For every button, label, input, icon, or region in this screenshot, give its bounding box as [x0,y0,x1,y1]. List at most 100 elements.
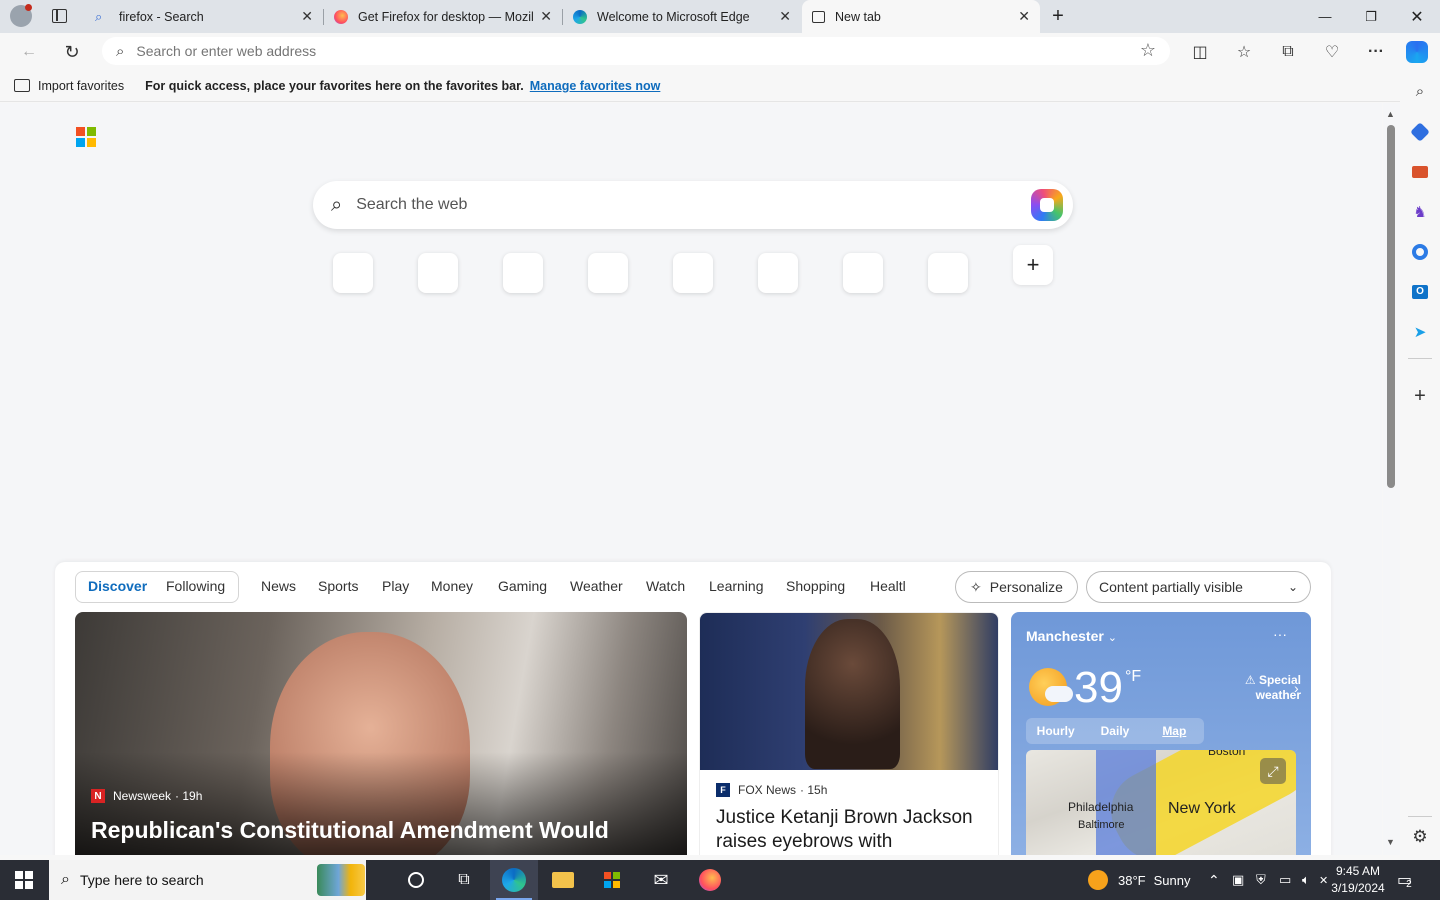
close-tab-icon[interactable]: ✕ [779,8,791,25]
main-story-card[interactable]: N Newsweek · 19h Republican's Constituti… [75,612,687,855]
import-favorites-button[interactable]: Import favorites [38,79,124,93]
refresh-button[interactable]: ↻ [59,39,85,65]
feed-tab-sports[interactable]: Sports [318,578,358,594]
weather-map[interactable]: Philadelphia Baltimore New York Boston ⤢ [1026,750,1296,855]
web-search-box[interactable]: ⌕ [313,181,1073,229]
web-search-input[interactable] [356,196,997,214]
restore-button[interactable]: ❐ [1348,0,1394,33]
more-options-icon[interactable]: ··· [1363,39,1389,65]
import-favorites-icon[interactable] [14,79,30,92]
file-explorer-button[interactable] [540,860,586,900]
games-icon[interactable]: ♞ [1408,200,1432,224]
search-icon[interactable]: ⌕ [1408,79,1432,103]
edge-taskbar-button[interactable] [490,860,538,900]
feed-tab-money[interactable]: Money [431,578,473,594]
minimize-button[interactable]: — [1302,0,1348,33]
feed-tab-discover[interactable]: Discover [88,578,147,594]
copilot-sidebar-icon[interactable] [1404,39,1430,65]
special-weather-alert[interactable]: ⚠ Special weather [1221,673,1301,703]
weather-tab-hourly[interactable]: Hourly [1026,724,1085,738]
show-hidden-icons[interactable]: ⌃ [1208,860,1220,900]
feed-tab-play[interactable]: Play [382,578,409,594]
close-tab-icon[interactable]: ✕ [1018,8,1030,25]
sidebar-settings-icon[interactable]: ⚙ [1408,825,1432,849]
story-title[interactable]: Justice Ketanji Brown Jackson raises eye… [716,806,991,854]
firefox-taskbar-button[interactable] [687,860,733,900]
quick-link-tile[interactable] [503,253,543,293]
task-view-button[interactable]: ⧉ [441,860,487,900]
expand-map-icon[interactable]: ⤢ [1260,758,1286,784]
favorites-bar: Import favorites For quick access, place… [0,70,1400,102]
favorite-star-icon[interactable]: ☆ [1140,40,1156,61]
feed-tab-weather[interactable]: Weather [570,578,623,594]
taskbar-search[interactable]: ⌕ Type here to search [49,860,366,900]
outlook-icon[interactable]: O [1408,280,1432,304]
address-bar[interactable]: ⌕ ☆ [102,37,1170,65]
content-visibility-dropdown[interactable]: Content partially visible ⌄ [1086,571,1311,603]
feed-tab-health[interactable]: Healtl [870,578,906,594]
tools-icon[interactable] [1408,160,1432,184]
tab-new-tab[interactable]: New tab ✕ [802,0,1040,33]
scroll-thumb[interactable] [1387,125,1395,488]
quick-link-tile[interactable] [418,253,458,293]
meet-now-icon[interactable]: ▣ [1232,860,1244,900]
scroll-down-arrow[interactable]: ▼ [1386,837,1395,847]
copilot-icon[interactable] [1031,189,1063,221]
quick-link-tile[interactable] [758,253,798,293]
quick-link-tile[interactable] [588,253,628,293]
feed-tab-gaming[interactable]: Gaming [498,578,547,594]
browser-essentials-icon[interactable]: ♡ [1319,39,1345,65]
chevron-right-icon[interactable]: › [1294,680,1299,696]
add-to-sidebar-icon[interactable]: + [1408,384,1432,408]
split-screen-icon[interactable]: ◫ [1187,39,1213,65]
network-icon[interactable]: ▭ [1279,860,1291,900]
close-tab-icon[interactable]: ✕ [301,8,313,25]
feed-tab-news[interactable]: News [261,578,296,594]
notification-center-button[interactable]: ▭ 2 [1397,860,1412,900]
new-tab-button[interactable]: + [1046,4,1070,28]
scroll-up-arrow[interactable]: ▲ [1386,109,1395,119]
weather-tab-map[interactable]: Map [1145,724,1204,738]
weather-location[interactable]: Manchester ⌄ [1026,628,1117,644]
collections-icon[interactable]: ⧉ [1275,39,1301,65]
close-window-button[interactable]: ✕ [1394,0,1440,33]
personalize-button[interactable]: ✧ Personalize [955,571,1078,603]
more-options-icon[interactable]: ··· [1273,626,1287,642]
feed-tab-learning[interactable]: Learning [709,578,764,594]
weather-tab-daily[interactable]: Daily [1085,724,1144,738]
feed-tab-following[interactable]: Following [166,578,225,594]
mail-button[interactable]: ✉ [638,860,684,900]
sidebar-divider [1408,358,1432,359]
address-input[interactable] [136,43,1097,59]
quick-link-tile[interactable] [333,253,373,293]
quick-link-tile[interactable] [928,253,968,293]
add-quick-link-button[interactable]: + [1013,245,1053,285]
start-button[interactable] [0,860,48,900]
shopping-tag-icon[interactable] [1408,120,1432,144]
back-button[interactable]: ← [16,39,42,65]
cortana-button[interactable] [393,860,439,900]
news-story-card[interactable]: F FOX News · 15h Justice Ketanji Brown J… [699,612,999,855]
feed-tab-watch[interactable]: Watch [646,578,685,594]
taskbar-weather[interactable]: 38°F Sunny [1088,860,1190,900]
volume-muted-icon[interactable]: 🔈︎ [1302,860,1310,900]
profile-icon[interactable] [10,4,32,27]
quick-link-tile[interactable] [673,253,713,293]
store-button[interactable] [589,860,635,900]
page-scrollbar[interactable]: ▲ ▼ [1383,103,1400,855]
close-tab-icon[interactable]: ✕ [540,8,552,25]
security-icon[interactable]: ⛨ [1256,860,1266,900]
tab-welcome-edge[interactable]: Welcome to Microsoft Edge ✕ [563,0,801,33]
quick-link-tile[interactable] [843,253,883,293]
feed-tab-shopping[interactable]: Shopping [786,578,845,594]
manage-favorites-link[interactable]: Manage favorites now [530,79,661,93]
microsoft-365-icon[interactable] [1408,240,1432,264]
weather-card[interactable]: Manchester ⌄ ··· 39 °F ⚠ Special weather… [1011,612,1311,855]
tab-get-firefox[interactable]: Get Firefox for desktop — Mozill ✕ [324,0,562,33]
story-title[interactable]: Republican's Constitutional Amendment Wo… [91,816,681,844]
clock[interactable]: 9:45 AM 3/19/2024 [1326,863,1390,897]
tab-actions-icon[interactable] [52,9,67,23]
favorites-icon[interactable]: ☆ [1231,39,1257,65]
drop-icon[interactable]: ➤ [1408,320,1432,344]
tab-firefox-search[interactable]: ⌕ firefox - Search ✕ [85,0,323,33]
